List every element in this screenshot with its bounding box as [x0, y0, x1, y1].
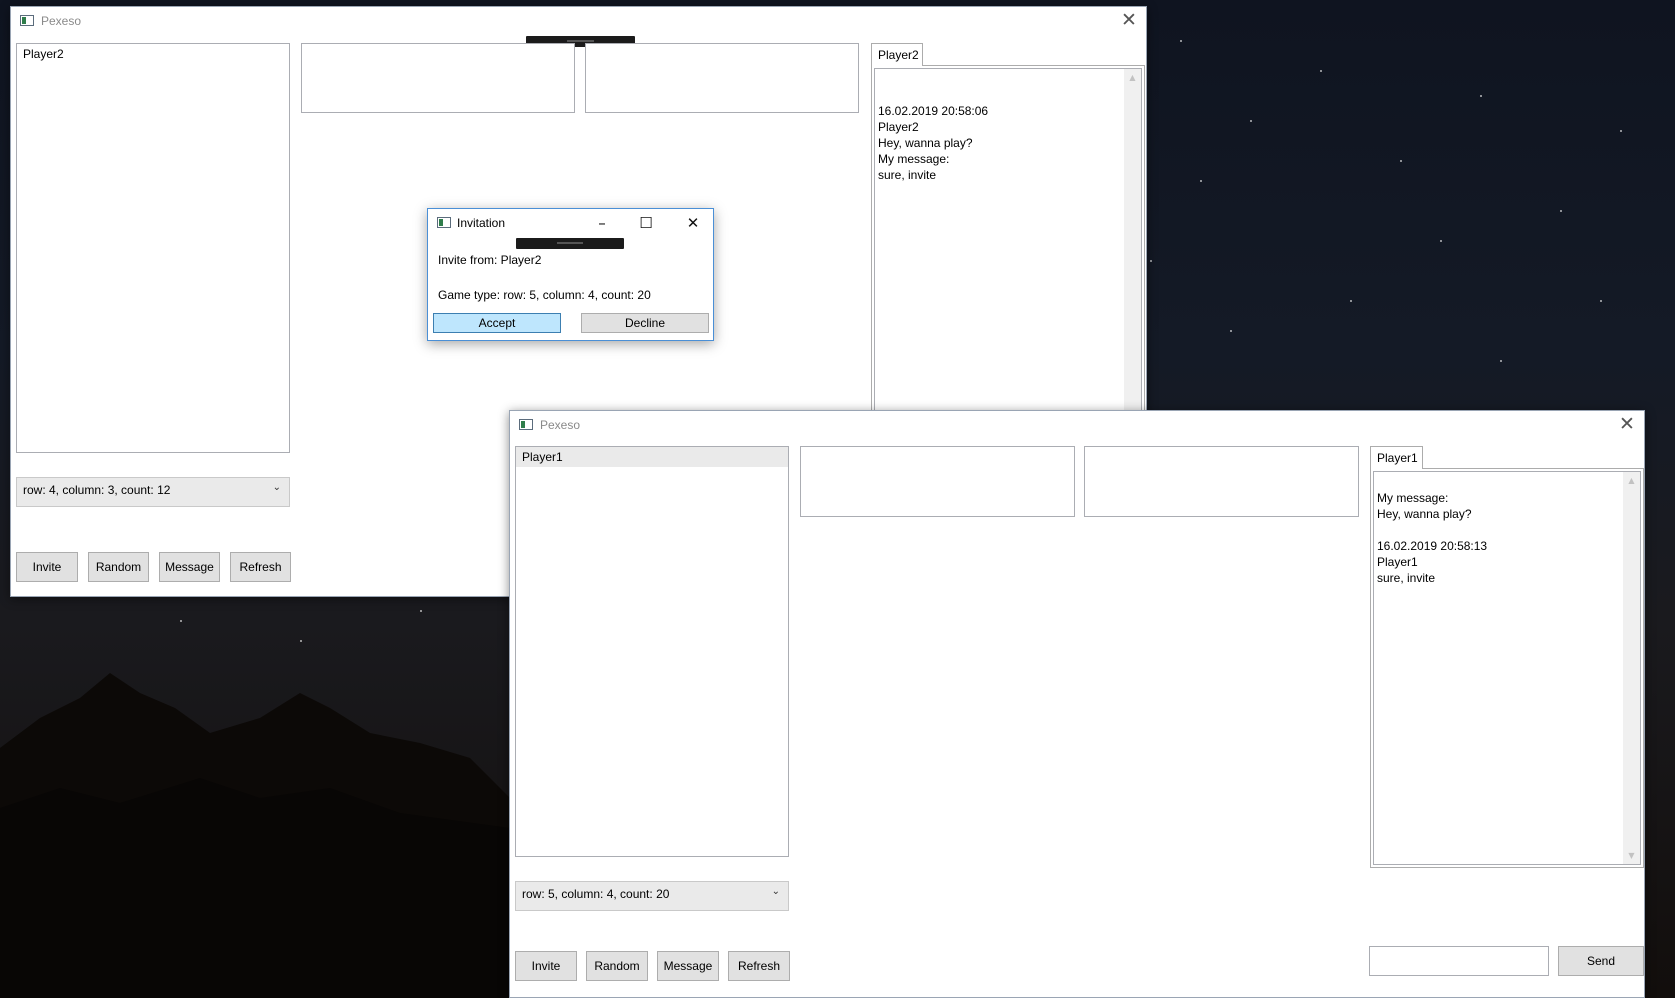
message-input[interactable] — [1369, 946, 1549, 976]
close-icon[interactable]: ✕ — [1112, 7, 1146, 35]
game-type-select[interactable]: row: 5, column: 4, count: 20 ⌄ — [515, 881, 789, 911]
player-list[interactable]: Player2 — [16, 43, 290, 453]
card-panel-right — [1084, 446, 1359, 517]
card-panel-left — [800, 446, 1075, 517]
player-list-item[interactable]: Player1 — [516, 447, 788, 467]
refresh-button[interactable]: Refresh — [728, 951, 790, 981]
tab-chat-player2[interactable]: Player2 — [871, 43, 923, 66]
invite-button[interactable]: Invite — [515, 951, 577, 981]
star — [1150, 260, 1152, 262]
app-icon — [519, 419, 533, 430]
invite-from-label: Invite from: Player2 — [438, 253, 542, 267]
star — [1200, 180, 1202, 182]
star — [1500, 360, 1502, 362]
tab-chat-player1[interactable]: Player1 — [1370, 446, 1423, 469]
star — [1560, 210, 1562, 212]
star — [1480, 95, 1482, 97]
card-panel-left — [301, 43, 575, 113]
close-icon[interactable]: ✕ — [671, 211, 715, 237]
window-title: Pexeso — [41, 14, 82, 28]
star — [180, 620, 182, 622]
star — [420, 610, 422, 612]
message-button[interactable]: Message — [159, 552, 220, 582]
card-panel-right — [585, 43, 859, 113]
player-list-item[interactable]: Player2 — [17, 44, 289, 64]
random-button[interactable]: Random — [586, 951, 648, 981]
invite-button[interactable]: Invite — [16, 552, 78, 582]
scroll-up-icon[interactable]: ▲ — [1623, 472, 1640, 489]
chat-tab-content: My message: Hey, wanna play? 16.02.2019 … — [1370, 468, 1644, 868]
chat-log: My message: Hey, wanna play? 16.02.2019 … — [1373, 471, 1641, 865]
star — [1320, 70, 1322, 72]
star — [1180, 40, 1182, 42]
message-button[interactable]: Message — [657, 951, 719, 981]
minimize-icon[interactable]: – — [580, 211, 624, 237]
player-list[interactable]: Player1 — [515, 446, 789, 857]
pexeso-window-player2: Pexeso ✕ Player1 Player1 My message: Hey… — [509, 410, 1645, 998]
title-bar[interactable]: Pexeso ✕ — [510, 411, 1644, 439]
accept-button[interactable]: Accept — [433, 313, 561, 333]
invitation-dialog: Invitation – ☐ ✕ Invite from: Player2 Ga… — [427, 208, 714, 341]
close-icon[interactable]: ✕ — [1610, 411, 1644, 439]
title-bar[interactable]: Pexeso ✕ — [11, 7, 1146, 35]
decline-button[interactable]: Decline — [581, 313, 709, 333]
chat-text: 16.02.2019 20:58:06 Player2 Hey, wanna p… — [878, 104, 989, 182]
game-type-selected: row: 5, column: 4, count: 20 — [522, 887, 670, 901]
star — [1230, 330, 1232, 332]
star — [1250, 120, 1252, 122]
send-button[interactable]: Send — [1558, 946, 1644, 976]
scroll-up-icon[interactable]: ▲ — [1124, 69, 1141, 86]
chevron-down-icon: ⌄ — [272, 482, 281, 493]
chat-text: My message: Hey, wanna play? 16.02.2019 … — [1377, 491, 1488, 585]
game-type-label: Game type: row: 5, column: 4, count: 20 — [438, 288, 651, 302]
scroll-down-icon[interactable]: ▼ — [1623, 847, 1640, 864]
star — [1440, 240, 1442, 242]
game-type-select[interactable]: row: 4, column: 3, count: 12 ⌄ — [16, 477, 290, 507]
window-title: Pexeso — [540, 418, 581, 432]
chat-scrollbar[interactable]: ▲ ▼ — [1623, 472, 1640, 864]
star — [1600, 300, 1602, 302]
star — [1620, 130, 1622, 132]
dialog-title: Invitation — [457, 216, 506, 230]
random-button[interactable]: Random — [88, 552, 149, 582]
star — [1400, 160, 1402, 162]
chevron-down-icon: ⌄ — [771, 886, 780, 897]
star — [1350, 300, 1352, 302]
game-type-selected: row: 4, column: 3, count: 12 — [23, 483, 171, 497]
app-icon — [20, 15, 34, 26]
refresh-button[interactable]: Refresh — [230, 552, 291, 582]
drag-handle — [516, 238, 624, 249]
maximize-icon[interactable]: ☐ — [624, 211, 668, 237]
app-icon — [437, 217, 451, 228]
